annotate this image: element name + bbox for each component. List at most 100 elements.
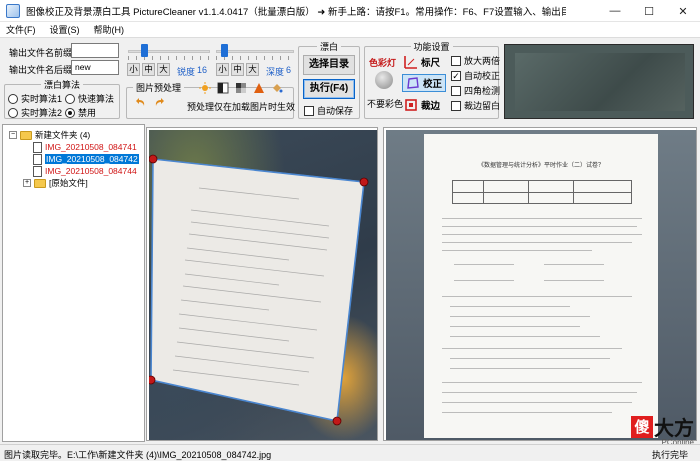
corrected-document: 《数据管理与统计分析》平时作业（二）试卷？ [424,134,658,438]
sharpness-slider[interactable] [128,44,210,60]
score-table [452,180,632,204]
text-line [450,358,610,359]
suffix-label: 输出文件名后缀 [9,65,73,75]
rotate-left-icon[interactable] [135,96,147,108]
correct-label: 校正 [423,79,443,90]
brightness-icon[interactable] [199,82,211,94]
menu-file[interactable]: 文件(F) [6,23,36,36]
bleach-title: 漂白 [316,40,342,53]
features-title: 功能设置 [410,40,453,53]
window-title: 图像校正及背景漂白工具 PictureCleaner v1.1.4.0417（批… [26,6,566,18]
depth-medium-button[interactable]: 中 [231,63,244,76]
tree-file-3[interactable]: IMG_20210508_084744 [33,165,137,177]
text-line [442,412,612,413]
radio-fast-indicator [65,93,75,104]
algorithm-group: 漂白算法 实时算法1 快速算法 实时算法2 禁用 [4,78,120,119]
result-image-panel[interactable]: 《数据管理与统计分析》平时作业（二）试卷？ [383,127,697,441]
option-zoom2x[interactable]: 放大两倍 [451,54,500,67]
ruler-button[interactable]: 标尺 [401,53,443,71]
tree-root[interactable]: − 新建文件夹 (4) [9,129,90,141]
preprocess-title: 图片预处理 [133,81,185,94]
crop-button[interactable]: 裁边 [401,96,443,114]
radio-realtime-2-label: 实时算法2 [21,108,63,118]
folder-icon [34,178,46,188]
radio-disable[interactable]: 禁用 [65,106,96,119]
depth-value: 6 [286,65,292,75]
auto-save-box [304,105,314,116]
correct-button[interactable]: 校正 [402,74,447,92]
radio-fast[interactable]: 快速算法 [65,92,114,105]
menu-settings[interactable]: 设置(S) [50,23,80,36]
original-document [149,154,369,426]
minimize-button[interactable]: — [598,0,632,22]
option-crop-margin[interactable]: 裁边留白 [451,99,500,112]
option-auto-correct-box: ✓ [451,70,461,81]
close-button[interactable]: ✕ [666,0,700,22]
depth-large-button[interactable]: 大 [246,63,259,76]
preprocess-group: 图片预处理 预处理仅在加载图片时生效 [126,81,296,119]
bleach-group: 漂白 选择目录 执行(F4) 自动保存 [298,40,360,119]
folder-icon [20,130,32,140]
expand-icon[interactable]: + [23,179,31,187]
fill-icon[interactable] [271,82,283,94]
contrast-icon[interactable] [217,82,229,94]
image-file-icon [33,141,42,153]
status-bar: 图片读取完毕。E:\工作\新建文件夹 (4)\IMG_20210508_0847… [0,444,700,461]
tree-file-1[interactable]: IMG_20210508_084741 [33,141,137,153]
text-line [442,242,632,243]
sharpen-icon[interactable] [253,82,265,94]
auto-save-checkbox[interactable]: 自动保存 [304,104,353,117]
image-file-icon [33,165,42,177]
execute-button[interactable]: 执行(F4) [303,79,355,99]
sharpness-medium-button[interactable]: 中 [142,63,155,76]
tree-file-3-label: IMG_20210508_084744 [45,166,137,176]
color-lamp-indicator[interactable] [375,71,393,89]
tree-subfolder[interactable]: + [原始文件] [23,177,88,189]
tree-file-2[interactable]: IMG_20210508_084742 [33,153,139,165]
maximize-button[interactable]: ☐ [632,0,666,22]
depth-thumb[interactable] [221,44,228,57]
radio-realtime-2[interactable]: 实时算法2 [8,106,62,119]
rotate-right-icon[interactable] [153,96,165,108]
grayscale-icon[interactable] [235,82,247,94]
tree-root-label: 新建文件夹 (4) [35,130,91,140]
depth-slider[interactable] [216,44,294,60]
radio-fast-label: 快速算法 [78,94,115,104]
text-line [442,250,592,251]
window-controls: — ☐ ✕ [598,0,700,22]
features-group: 功能设置 色彩灯 不要彩色 标尺 校正 裁边 放大两倍 ✓ 自动校正 四角检测 裁… [364,40,500,119]
sharpness-small-button[interactable]: 小 [127,63,140,76]
text-line [454,264,514,265]
watermark-text: 大方 [654,416,694,440]
collapse-icon[interactable]: − [9,131,17,139]
ruler-label: 标尺 [421,58,441,69]
radio-disable-label: 禁用 [78,108,97,118]
radio-realtime-1[interactable]: 实时算法1 [8,92,62,105]
sharpness-thumb[interactable] [141,44,148,57]
original-image-panel[interactable] [146,127,378,441]
option-zoom2x-label: 放大两倍 [464,56,501,66]
document-heading: 《数据管理与统计分析》平时作业（二）试卷？ [477,163,604,169]
preprocess-note: 预处理仅在加载图片时生效 [187,102,296,112]
algorithm-title: 漂白算法 [40,78,84,91]
prefix-input[interactable] [71,43,119,58]
text-line [442,234,642,235]
option-crop-margin-box [451,100,461,111]
sharpness-large-button[interactable]: 大 [157,63,170,76]
option-corner-detect-box [451,85,461,96]
radio-disable-indicator [65,107,75,118]
file-tree[interactable]: − 新建文件夹 (4) IMG_20210508_084741 IMG_2021… [2,124,145,442]
depth-label: 深度 [266,67,285,77]
depth-small-button[interactable]: 小 [216,63,229,76]
tree-file-2-label: IMG_20210508_084742 [45,154,139,164]
select-directory-button[interactable]: 选择目录 [303,55,355,75]
menu-help[interactable]: 帮助(H) [94,23,125,36]
text-line [442,402,632,403]
status-message: 图片读取完毕。E:\工作\新建文件夹 (4)\IMG_20210508_0847… [4,450,272,460]
text-line [450,326,580,327]
option-corner-detect[interactable]: 四角检测 [451,84,500,97]
suffix-input[interactable]: new [71,60,119,75]
title-bar: 图像校正及背景漂白工具 PictureCleaner v1.1.4.0417（批… [0,0,700,22]
text-line [544,280,604,281]
option-auto-correct[interactable]: ✓ 自动校正 [451,69,500,82]
